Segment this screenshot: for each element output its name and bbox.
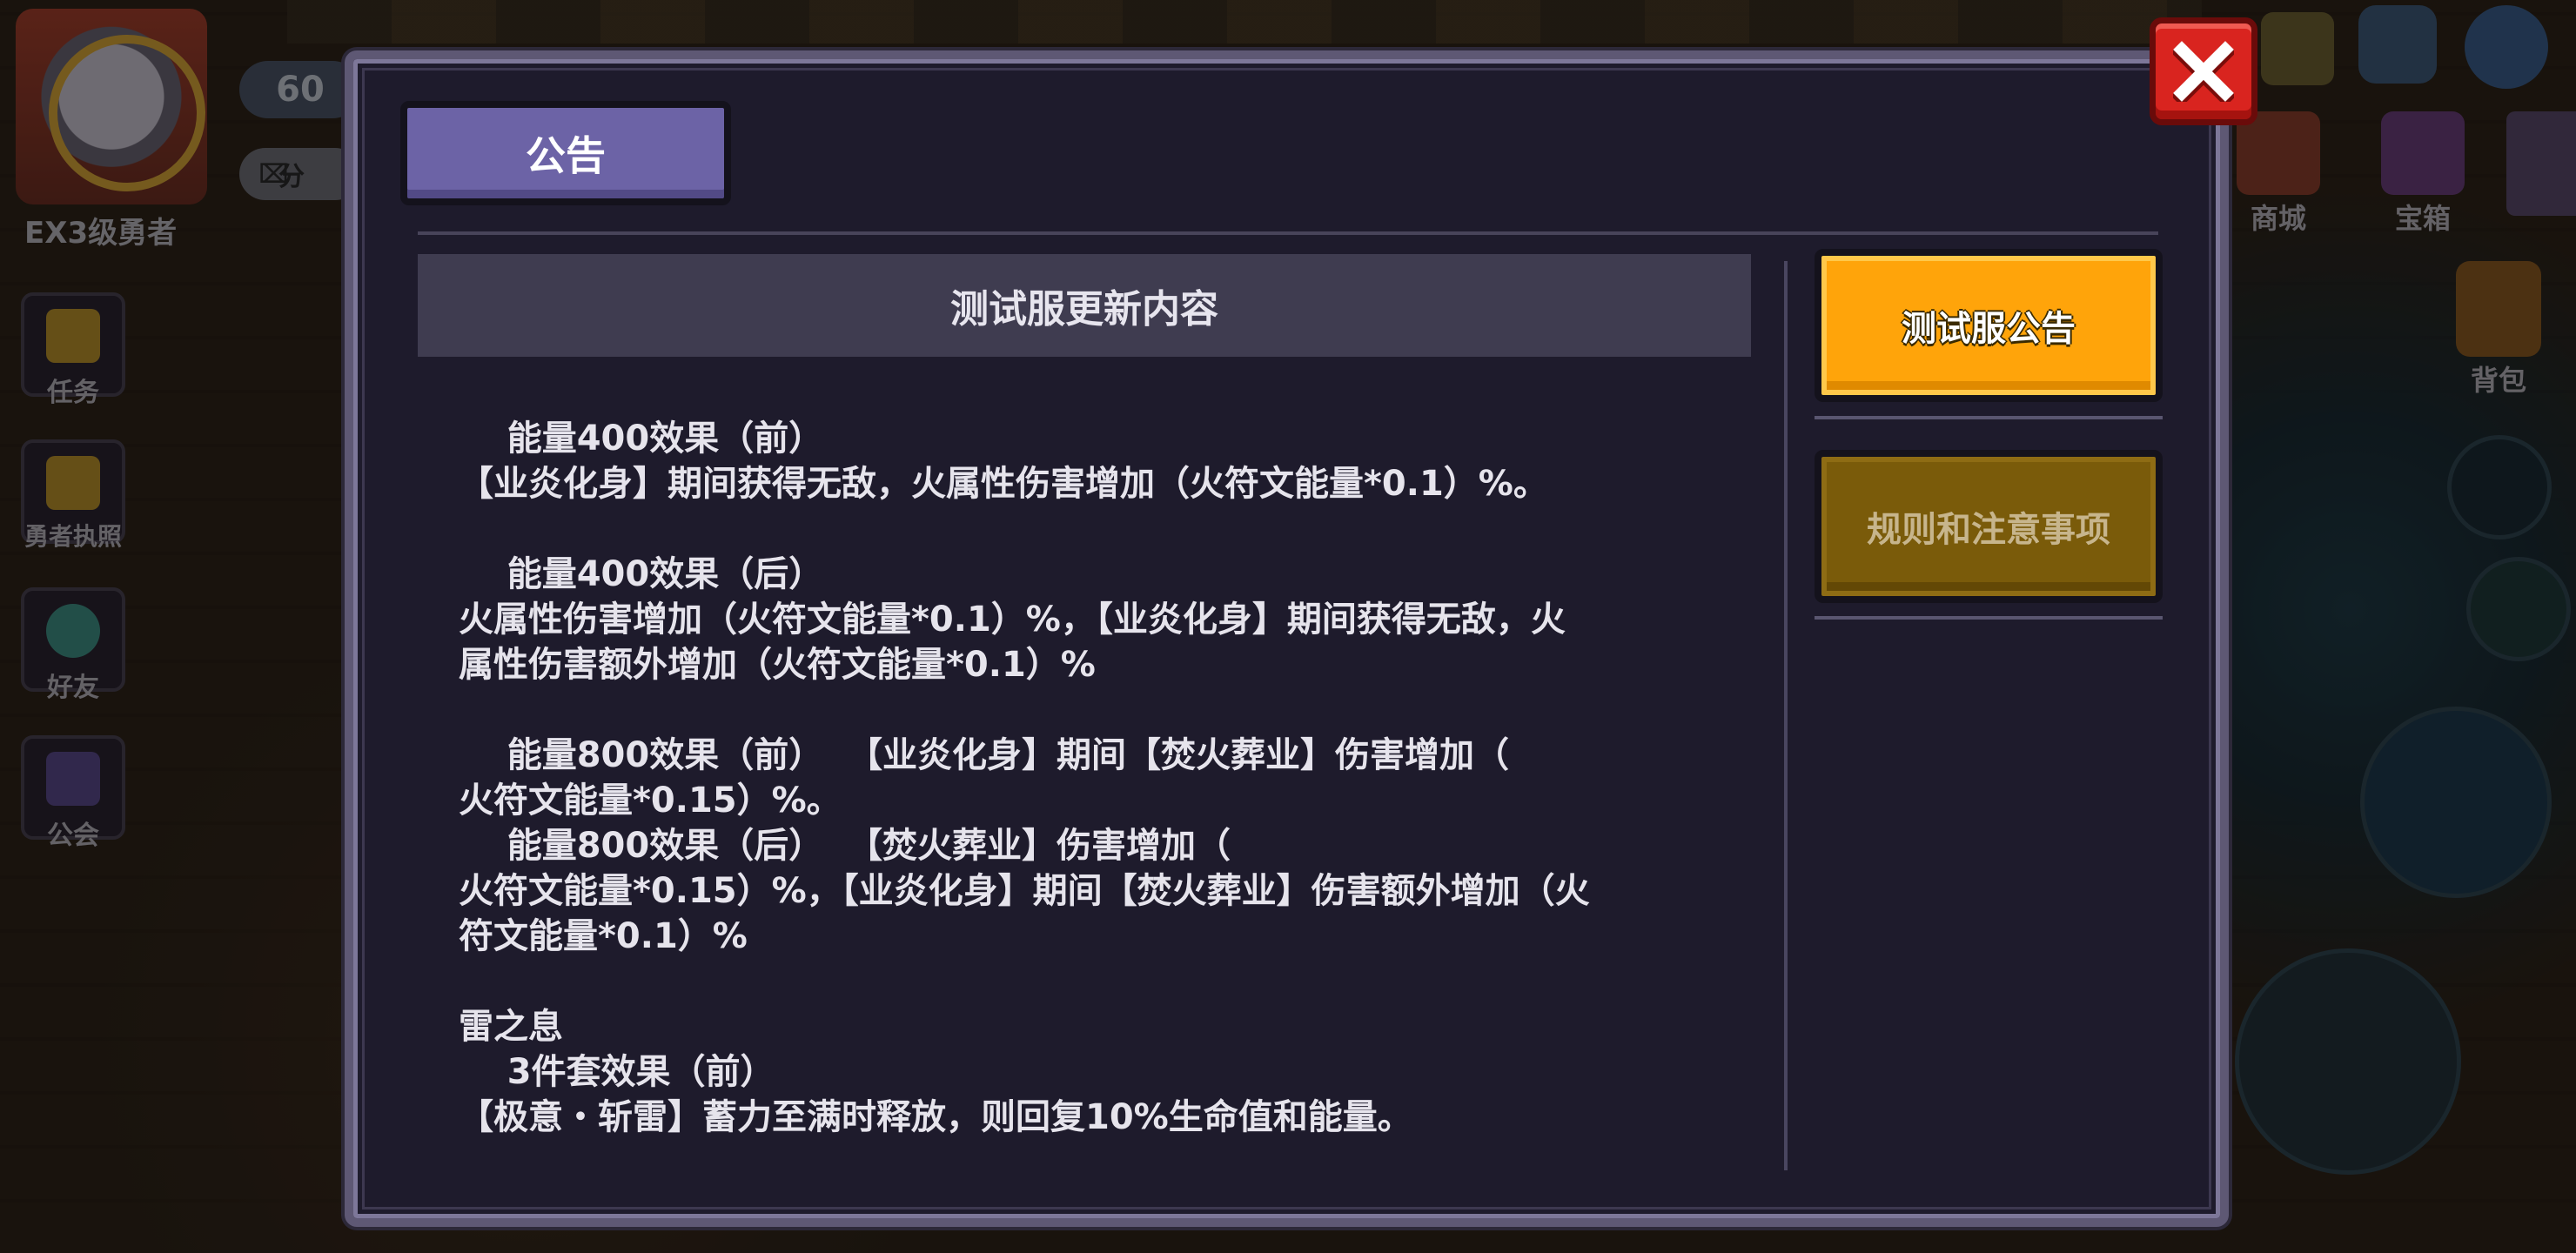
content-line: 【业炎化身】期间获得无敌，火属性伤害增加（火符文能量*0.1）%。 — [459, 464, 1548, 504]
content-line — [459, 687, 1747, 733]
content-line: 属性伤害额外增加（火符文能量*0.1）% — [459, 645, 1096, 685]
content-line: 火符文能量*0.15）%，【业炎化身】期间【焚火葬业】伤害额外增加（火 — [459, 871, 1590, 911]
content-line: 能量400效果（后） — [459, 554, 824, 594]
content-line: 能量800效果（前） 【业炎化身】期间【焚火葬业】伤害增加（ — [459, 735, 1510, 775]
content-title: 测试服更新内容 — [418, 254, 1751, 357]
tab-test-server-announcement[interactable]: 测试服公告 — [1815, 249, 2163, 402]
content-line: 雷之息 — [459, 1007, 563, 1047]
content-line: 【极意・斩雷】蓄力至满时释放，则回复10%生命值和能量。 — [459, 1097, 1412, 1137]
header-divider — [418, 231, 2158, 235]
tab-rules-and-notes[interactable]: 规则和注意事项 — [1815, 450, 2163, 603]
content-line: 3件套效果（前） — [459, 1052, 775, 1092]
content-line: 能量800效果（后） 【焚火葬业】伤害增加（ — [459, 826, 1231, 866]
content-line — [459, 506, 1747, 552]
content-line: 火属性伤害增加（火符文能量*0.1）%，【业炎化身】期间获得无敌，火 — [459, 600, 1566, 640]
close-button[interactable] — [2150, 17, 2257, 125]
content-line: 符文能量*0.1）% — [459, 916, 748, 956]
close-icon — [2173, 41, 2234, 102]
tab-announcement[interactable]: 公告 — [400, 101, 731, 205]
vertical-divider — [1784, 261, 1788, 1170]
side-tab-divider — [1815, 616, 2163, 620]
content-line — [459, 959, 1747, 1004]
content-line: 火符文能量*0.15）%。 — [459, 781, 842, 821]
announcement-content[interactable]: 能量400效果（前） 【业炎化身】期间获得无敌，火属性伤害增加（火符文能量*0.… — [459, 416, 1747, 1164]
content-line: 能量400效果（前） — [459, 419, 824, 459]
side-tab-divider — [1815, 416, 2163, 419]
